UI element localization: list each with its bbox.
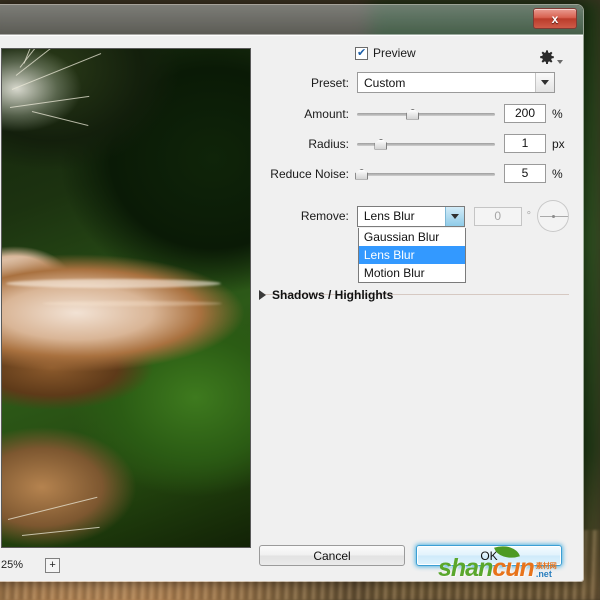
radius-input[interactable]: 1 [504,134,546,153]
amount-slider-thumb[interactable] [406,109,419,120]
remove-option[interactable]: Motion Blur [359,264,465,282]
amount-label: Amount: [259,107,357,121]
radius-slider-thumb[interactable] [374,139,387,150]
amount-input[interactable]: 200 [504,104,546,123]
preview-image [2,49,250,547]
remove-option[interactable]: Gaussian Blur [359,228,465,246]
remove-dropdown-list[interactable]: Gaussian BlurLens BlurMotion Blur [358,228,466,283]
angle-dial-hub [552,215,555,218]
chevron-right-icon [259,290,266,300]
radius-unit: px [552,137,565,151]
preview-checkbox-row: Preview [355,46,569,60]
watermark-text-primary: shan [438,556,492,581]
remove-row: Remove: Lens Blur Gaussian BlurLens Blur… [259,200,569,232]
shadows-highlights-disclosure[interactable]: Shadows / Highlights [259,288,393,302]
remove-option[interactable]: Lens Blur [359,246,465,264]
zoom-in-button[interactable]: + [45,558,60,573]
gear-icon [539,50,555,66]
angle-input: 0 [474,207,522,226]
preset-select[interactable]: Custom [357,72,555,93]
chevron-down-icon [445,207,464,226]
amount-slider[interactable] [357,106,495,122]
reduce-noise-row: Reduce Noise: 5 % [259,164,569,183]
reduce-noise-slider-thumb[interactable] [355,169,368,180]
desktop-background: x 25% + [0,0,600,600]
zoom-level-label: 25% [1,559,23,571]
reduce-noise-input[interactable]: 5 [504,164,546,183]
cancel-button[interactable]: Cancel [259,545,405,566]
preview-zoom-bar: 25% + [1,554,251,576]
settings-menu-button[interactable] [539,50,563,66]
radius-slider[interactable] [357,136,495,152]
reduce-noise-slider[interactable] [357,166,495,182]
shadows-highlights-label: Shadows / Highlights [272,288,393,302]
reduce-noise-unit: % [552,167,563,181]
image-preview-pane[interactable] [1,48,251,548]
degree-symbol-icon: ° [527,210,531,222]
remove-label: Remove: [259,209,357,223]
preset-value: Custom [358,76,535,90]
site-watermark: shan cun 素材网 .net [438,556,557,581]
angle-dial[interactable] [537,200,569,232]
close-button[interactable]: x [533,8,577,29]
preview-checkbox[interactable] [355,47,368,60]
preset-row: Preset: Custom [259,72,569,93]
controls-panel: Preview Preset: Custom [259,46,569,243]
amount-unit: % [552,107,563,121]
reduce-noise-label: Reduce Noise: [259,167,357,181]
radius-row: Radius: 1 px [259,134,569,153]
watermark-domain: 素材网 .net [536,563,557,579]
amount-slider-track [357,113,495,116]
watermark-text-secondary: cun [492,556,533,581]
preset-label: Preset: [259,76,357,90]
watermark-domain-bottom: .net [536,570,557,579]
preview-checkbox-label: Preview [373,46,416,60]
smart-sharpen-dialog: x 25% + [0,4,584,582]
radius-label: Radius: [259,137,357,151]
amount-row: Amount: 200 % [259,104,569,123]
chevron-down-icon [557,60,563,64]
chevron-down-icon [535,73,554,92]
reduce-noise-slider-track [357,173,495,176]
dialog-titlebar[interactable]: x [0,5,583,35]
remove-value: Lens Blur [358,209,445,223]
dialog-body: 25% + Preview Preset: [0,35,583,581]
remove-select[interactable]: Lens Blur Gaussian BlurLens BlurMotion B… [357,206,465,227]
